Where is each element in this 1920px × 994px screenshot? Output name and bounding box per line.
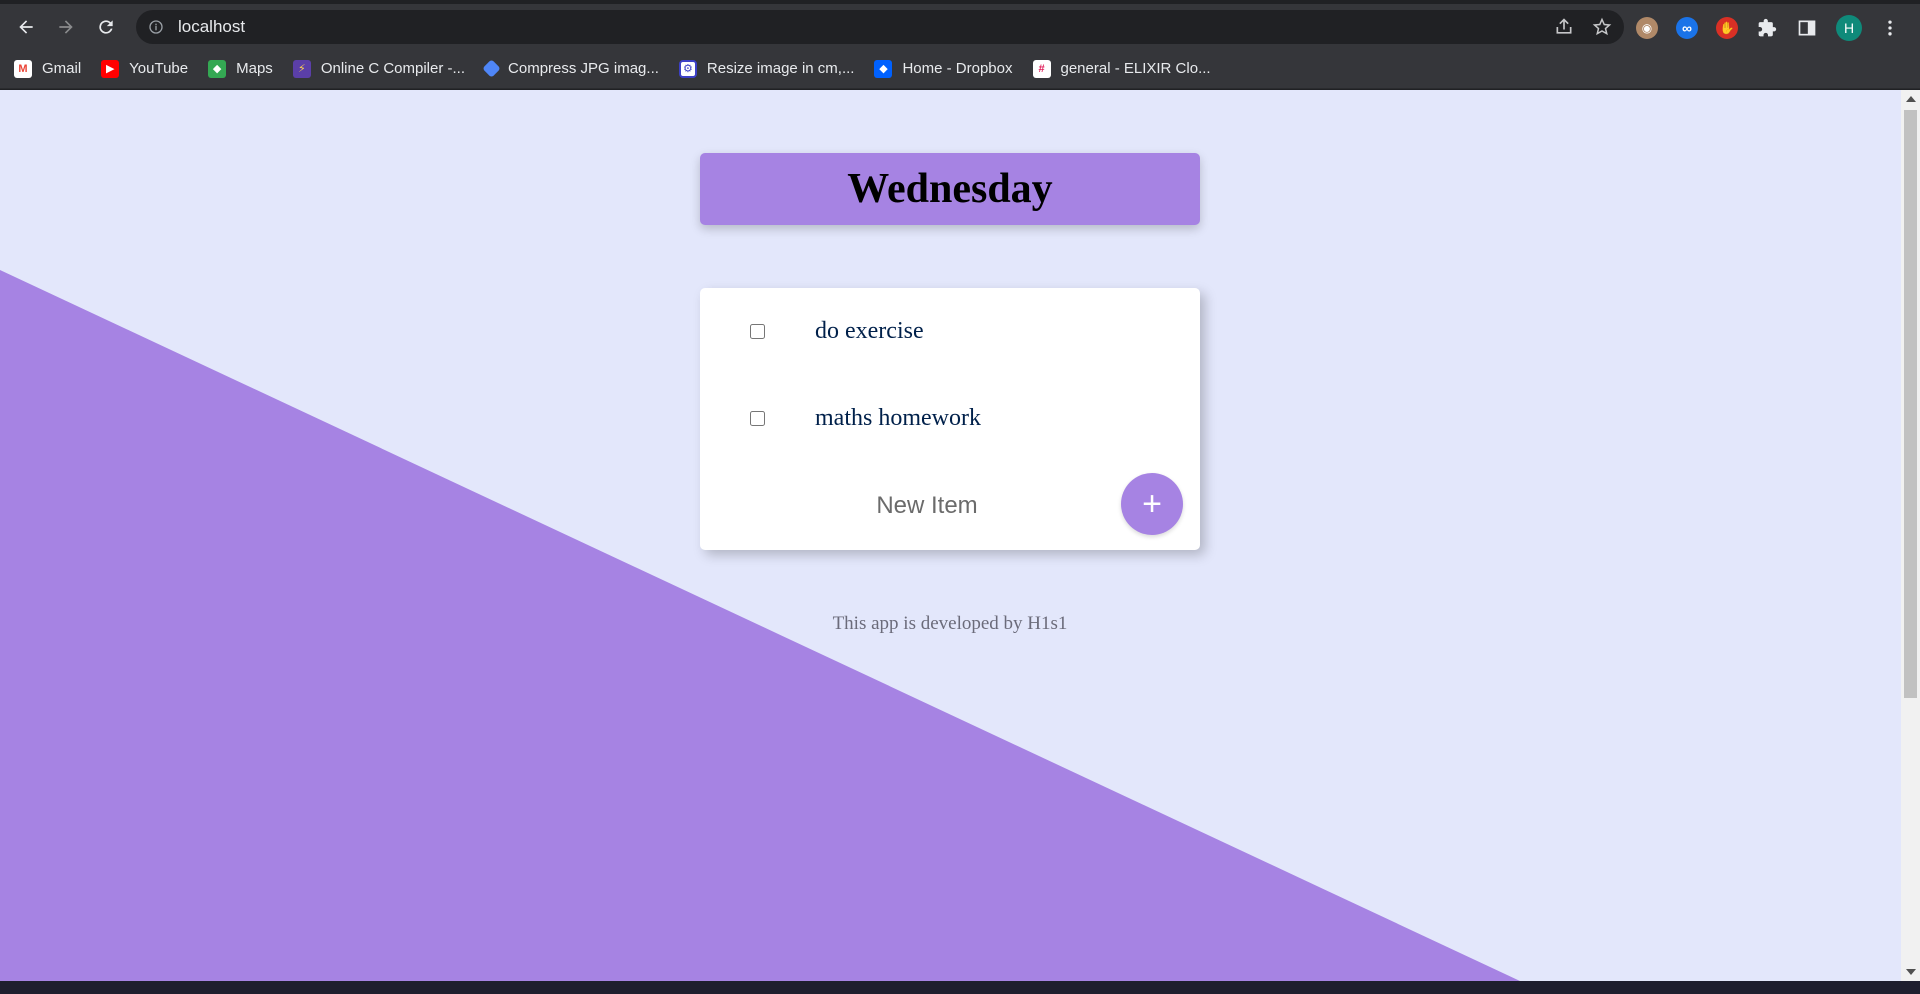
bookmark-label: Maps <box>236 60 273 77</box>
bookmark-slack-general[interactable]: # general - ELIXIR Clo... <box>1032 59 1211 78</box>
page-title: Wednesday <box>847 166 1053 212</box>
todo-list-card: do exercise maths homework + <box>700 288 1200 550</box>
scroll-up-arrow-icon[interactable] <box>1906 96 1916 102</box>
bookmark-resize-image[interactable]: ⚙ Resize image in cm,... <box>678 59 855 78</box>
bookmark-label: Compress JPG imag... <box>508 60 659 77</box>
os-taskbar <box>0 981 1920 994</box>
bookmark-maps[interactable]: ◆ Maps <box>208 59 273 78</box>
scrollbar-thumb[interactable] <box>1904 110 1917 698</box>
gmail-icon: M <box>14 59 32 78</box>
glasses-extension-icon[interactable]: ◉ <box>1636 17 1658 39</box>
bookmark-label: YouTube <box>129 60 189 77</box>
bookmark-compress-jpg[interactable]: Compress JPG imag... <box>482 59 659 78</box>
list-item: maths homework <box>700 375 1200 462</box>
item-checkbox[interactable] <box>750 411 765 426</box>
extensions-area: ◉ ∞ ✋ H <box>1636 8 1900 48</box>
page-viewport: Wednesday do exercise maths homework + T… <box>0 90 1901 981</box>
bookmark-label: general - ELIXIR Clo... <box>1060 60 1211 77</box>
arrow-left-icon <box>19 19 33 34</box>
bookmark-youtube[interactable]: ▶ YouTube <box>101 59 189 78</box>
youtube-icon: ▶ <box>101 59 120 78</box>
bookmark-label: Home - Dropbox <box>902 60 1013 77</box>
list-item: do exercise <box>700 288 1200 375</box>
omnibox-actions <box>1554 17 1612 37</box>
scroll-down-arrow-icon[interactable] <box>1906 969 1916 975</box>
resize-icon: ⚙ <box>678 59 697 78</box>
bookmark-label: Online C Compiler -... <box>320 60 466 77</box>
bookmark-online-compiler[interactable]: ⚡ Online C Compiler -... <box>292 59 466 78</box>
heading-box: Wednesday <box>700 153 1200 225</box>
side-panel-icon[interactable] <box>1796 17 1818 39</box>
bookmark-label: Gmail <box>42 60 82 77</box>
more-menu-icon[interactable] <box>1880 18 1900 38</box>
puzzle-icon[interactable] <box>1756 17 1778 39</box>
dropbox-icon: ◆ <box>874 59 893 78</box>
bookmarks-bar: M Gmail ▶ YouTube ◆ Maps ⚡ Online C Comp… <box>0 49 1920 89</box>
browser-toolbar: localhost ◉ ∞ ✋ H <box>0 4 1920 49</box>
page-scrollbar[interactable] <box>1901 90 1920 981</box>
url-text[interactable]: localhost <box>178 17 245 37</box>
profile-avatar[interactable]: H <box>1836 15 1862 41</box>
arrow-right-icon <box>59 19 73 34</box>
bookmark-dropbox[interactable]: ◆ Home - Dropbox <box>874 59 1013 78</box>
info-icon[interactable] <box>148 19 164 35</box>
item-label: maths homework <box>815 405 981 431</box>
compress-icon <box>482 59 501 78</box>
hand-extension-icon[interactable]: ✋ <box>1716 17 1738 39</box>
reload-button[interactable] <box>86 7 126 47</box>
slack-icon: # <box>1032 59 1051 78</box>
infinity-extension-icon[interactable]: ∞ <box>1676 17 1698 39</box>
add-item-button[interactable]: + <box>1121 473 1183 535</box>
star-icon[interactable] <box>1592 17 1612 37</box>
share-icon[interactable] <box>1554 17 1574 37</box>
bookmark-label: Resize image in cm,... <box>706 60 855 77</box>
compiler-icon: ⚡ <box>292 59 311 78</box>
reload-icon <box>99 19 113 34</box>
address-bar[interactable]: localhost <box>136 10 1624 44</box>
back-button[interactable] <box>6 7 46 47</box>
item-label: do exercise <box>815 318 924 344</box>
new-item-form: + <box>700 462 1200 550</box>
forward-button[interactable] <box>46 7 86 47</box>
bookmark-gmail[interactable]: M Gmail <box>14 59 82 78</box>
new-item-input[interactable] <box>790 480 1064 532</box>
footer-credit: This app is developed by H1s1 <box>832 613 1068 634</box>
maps-icon: ◆ <box>208 59 227 78</box>
item-checkbox[interactable] <box>750 324 765 339</box>
